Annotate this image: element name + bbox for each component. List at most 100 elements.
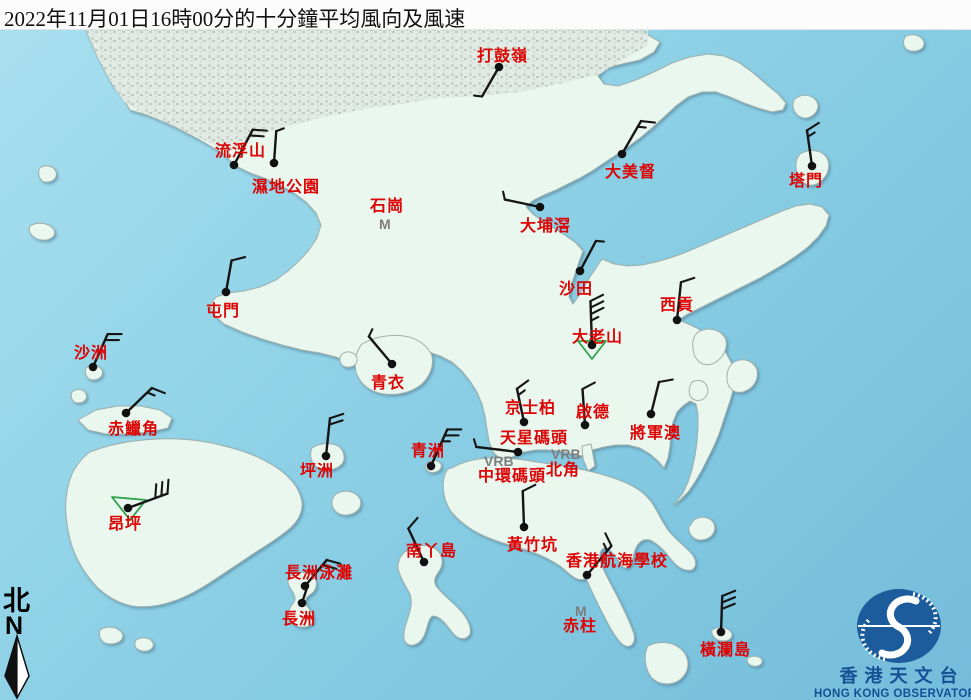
station-dot — [520, 418, 529, 427]
land-islet-nw2 — [29, 223, 54, 240]
wind-barb-feather — [638, 127, 646, 128]
station-dot — [520, 523, 529, 532]
wind-barb-feather — [474, 439, 476, 447]
station-dot — [89, 363, 98, 372]
wind-barb-feather — [152, 388, 165, 393]
station-label-green-island: 青洲 — [411, 441, 445, 460]
station-label-ta-kwu-ling: 打鼓嶺 — [477, 46, 528, 65]
station-label-central-pier: 中環碼頭 — [478, 466, 546, 485]
station-dot — [618, 150, 627, 159]
land-po-toi — [645, 643, 688, 684]
wind-barb-feather — [474, 96, 482, 97]
station-label-lau-fau-shan: 流浮山 — [215, 141, 266, 160]
station-lamma-island: 南丫島 — [406, 518, 457, 566]
vrb-indicator: VRB — [484, 453, 514, 469]
station-dot — [581, 421, 590, 430]
north-arrow-kite-dark — [5, 636, 17, 698]
wind-barb-feather — [722, 604, 735, 609]
hko-logo: 香港天文台 HONG KONG OBSERVATORY — [814, 589, 971, 700]
wind-barb-feather — [232, 257, 246, 260]
land-islet-ne — [904, 35, 925, 51]
wind-barb-feather — [161, 482, 162, 496]
vrb-indicator: VRB — [551, 446, 581, 462]
station-dot — [322, 452, 331, 461]
station-dot — [298, 599, 307, 608]
wind-barb-staff — [226, 260, 232, 292]
north-arrow: 北 N — [3, 586, 30, 698]
land-tung-lung — [689, 517, 715, 540]
wind-barb-feather — [167, 480, 168, 494]
station-dot — [673, 316, 682, 325]
wind-barb-feather — [327, 560, 340, 564]
wind-barb-feather — [722, 597, 735, 602]
land-yim-tin-tsai — [689, 380, 708, 400]
wind-barb-feather — [330, 414, 343, 418]
station-dot — [122, 409, 131, 418]
map-canvas: 打鼓嶺流浮山濕地公園大美督塔門M石崗大埔滘沙田西貢大老山屯門沙洲赤鱲角青衣京士柏… — [0, 0, 971, 700]
m-indicator: M — [575, 603, 587, 619]
hko-logo-cjk: 香港天文台 — [839, 665, 965, 686]
station-label-ngong-ping: 昂坪 — [108, 515, 142, 533]
station-dot — [222, 288, 231, 297]
station-label-tap-mun: 塔門 — [789, 171, 823, 190]
wind-barb-staff — [580, 241, 596, 271]
station-dot — [388, 360, 397, 369]
land-jin-island — [727, 360, 757, 393]
wind-barb-feather — [253, 130, 267, 131]
station-label-shek-kong: 石崗 — [369, 196, 404, 215]
station-dot — [576, 267, 585, 276]
station-sha-chau: 沙洲 — [74, 334, 122, 371]
station-label-tai-po-kau: 大埔滘 — [520, 216, 571, 235]
station-dot — [230, 161, 239, 170]
station-dot — [808, 162, 817, 171]
station-label-star-ferry: 天星碼頭 — [500, 429, 568, 447]
land-grass-island — [793, 95, 818, 118]
landmass-group — [29, 30, 924, 684]
station-label-kai-tak: 啟德 — [576, 402, 610, 421]
wind-barb-feather — [807, 123, 819, 130]
station-label-wetland-park: 濕地公園 — [252, 177, 320, 196]
land-lantau — [66, 439, 302, 607]
station-label-cheung-chau-beach: 長洲泳灘 — [285, 563, 353, 582]
station-label-sai-kung: 西貢 — [660, 296, 694, 314]
station-label-lamma-island: 南丫島 — [406, 541, 457, 560]
station-label-peng-chau: 坪洲 — [300, 462, 334, 480]
station-label-north-point: 北角 — [546, 460, 580, 479]
station-stanley: M赤柱 — [563, 603, 597, 635]
land-lamma — [398, 546, 470, 646]
wind-barb-feather — [155, 484, 156, 498]
station-dot — [647, 410, 656, 419]
station-north-point: VRB北角 — [546, 446, 581, 479]
land-hei-ling-chau — [332, 491, 361, 515]
station-dot — [536, 203, 545, 212]
station-central-pier: VRB中環碼頭 — [478, 453, 546, 485]
station-dot — [717, 628, 726, 637]
land-soko2 — [135, 638, 154, 651]
north-label-n: N — [5, 612, 23, 640]
map-title: 2022年11月01日16時00分的十分鐘平均風向及風速 — [4, 3, 465, 33]
wind-barb-feather — [808, 133, 815, 137]
station-dot — [583, 571, 592, 580]
station-label-kings-park: 京士柏 — [505, 398, 556, 417]
station-tuen-mun: 屯門 — [206, 257, 245, 320]
wind-barb-feather — [408, 518, 417, 529]
land-ma-wan — [340, 352, 357, 367]
station-label-waglan-island: 橫瀾島 — [700, 640, 751, 659]
wind-barb-feather — [641, 121, 655, 122]
station-waglan-island: 橫瀾島 — [700, 591, 751, 659]
station-dot — [514, 448, 523, 457]
station-dot — [427, 462, 436, 471]
station-label-tai-mei-tuk: 大美督 — [605, 162, 656, 181]
station-label-stanley: 赤柱 — [563, 616, 597, 635]
station-label-chek-lap-kok: 赤鱲角 — [108, 419, 159, 438]
wind-barb-feather — [596, 241, 604, 242]
land-islet-nw1 — [39, 166, 57, 182]
station-label-hk-sea-school: 香港航海學校 — [565, 551, 668, 570]
wind-barb-feather — [329, 420, 342, 424]
wind-barb-feather — [147, 393, 154, 396]
station-label-sha-chau: 沙洲 — [74, 344, 108, 362]
station-label-tseung-kwan-o: 將軍澳 — [630, 423, 681, 442]
land-lung-kwu-chau — [71, 390, 86, 403]
title-bar: 2022年11月01日16時00分的十分鐘平均風向及風速 — [0, 0, 971, 30]
m-indicator: M — [379, 216, 391, 232]
